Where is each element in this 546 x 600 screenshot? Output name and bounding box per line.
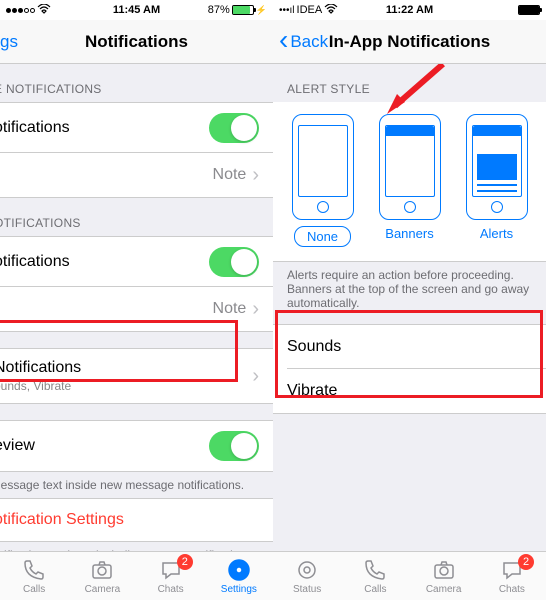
show-notifications-toggle[interactable]: [209, 113, 259, 143]
tab-bar: Status Calls Camera Chats 2: [273, 551, 546, 600]
section-header-message: E NOTIFICATIONS: [0, 64, 273, 102]
alert-style-none[interactable]: None: [283, 114, 363, 247]
carrier-label: IDEA: [297, 4, 323, 16]
chevron-right-icon: ›: [252, 365, 259, 388]
section-header-group: OTIFICATIONS: [0, 198, 273, 236]
show-preview-toggle[interactable]: [209, 431, 259, 461]
nav-title: Notifications: [85, 32, 188, 52]
group-notifications-row[interactable]: otifications: [0, 237, 273, 287]
preview-footnote: nessage text inside new message notifica…: [0, 472, 273, 498]
in-app-notifications-row[interactable]: Notifications ounds, Vibrate ›: [0, 349, 273, 403]
back-button[interactable]: Back: [279, 32, 328, 52]
wifi-icon: [324, 3, 338, 17]
tab-settings[interactable]: Settings: [205, 552, 273, 600]
sound-row[interactable]: Note ›: [0, 153, 273, 197]
screen-in-app-notifications: •••ıl IDEA 11:22 AM Back In-App Notifica…: [273, 0, 546, 600]
tab-camera[interactable]: Camera: [68, 552, 136, 600]
chats-badge: 2: [177, 554, 193, 570]
tab-status[interactable]: Status: [273, 552, 341, 600]
tab-chats[interactable]: Chats 2: [478, 552, 546, 600]
alert-style-alerts[interactable]: Alerts: [457, 114, 537, 247]
chevron-right-icon: ›: [252, 298, 259, 321]
screen-notifications: 11:45 AM 87% ⚡ gs Notifications E NOTIFI…: [0, 0, 273, 600]
nav-back-fragment[interactable]: gs: [0, 32, 18, 52]
nav-bar: gs Notifications: [0, 20, 273, 64]
tab-calls[interactable]: Calls: [0, 552, 68, 600]
nav-title: In-App Notifications: [329, 32, 490, 52]
group-notifications-toggle[interactable]: [209, 247, 259, 277]
tab-bar: Calls Camera Chats 2 Settings: [0, 551, 273, 600]
chats-badge: 2: [518, 554, 534, 570]
phone-icon: [22, 558, 46, 582]
phone-icon: [363, 558, 387, 582]
reset-notification-settings[interactable]: otification Settings: [0, 498, 273, 542]
status-time: 11:22 AM: [386, 4, 433, 16]
battery-percent: 87%: [208, 4, 230, 16]
status-bar: 11:45 AM 87% ⚡: [0, 0, 273, 20]
tab-calls[interactable]: Calls: [341, 552, 409, 600]
status-bar: •••ıl IDEA 11:22 AM: [273, 0, 546, 20]
vibrate-row[interactable]: Vibrate: [273, 369, 546, 413]
alert-style-banners[interactable]: Banners: [370, 114, 450, 247]
status-time: 11:45 AM: [113, 4, 160, 16]
nav-bar: Back In-App Notifications: [273, 20, 546, 64]
wifi-icon: [37, 3, 51, 17]
battery-icon: [232, 5, 254, 15]
chevron-right-icon: ›: [252, 164, 259, 187]
section-header-alert-style: ALERT STYLE: [273, 64, 546, 102]
sounds-row[interactable]: Sounds: [273, 325, 546, 369]
tab-chats[interactable]: Chats 2: [137, 552, 205, 600]
battery-icon: [518, 5, 540, 15]
gear-icon: [227, 558, 251, 582]
status-icon: [295, 558, 319, 582]
signal-dots-icon: [6, 8, 35, 13]
group-sound-row[interactable]: Note ›: [0, 287, 273, 331]
show-preview-row[interactable]: eview: [0, 421, 273, 471]
camera-icon: [432, 558, 456, 582]
alert-style-picker: None Banners Alerts: [273, 102, 546, 262]
show-notifications-row[interactable]: otifications: [0, 103, 273, 153]
alert-style-footnote: Alerts require an action before proceedi…: [273, 262, 546, 316]
tab-camera[interactable]: Camera: [410, 552, 478, 600]
camera-icon: [90, 558, 114, 582]
